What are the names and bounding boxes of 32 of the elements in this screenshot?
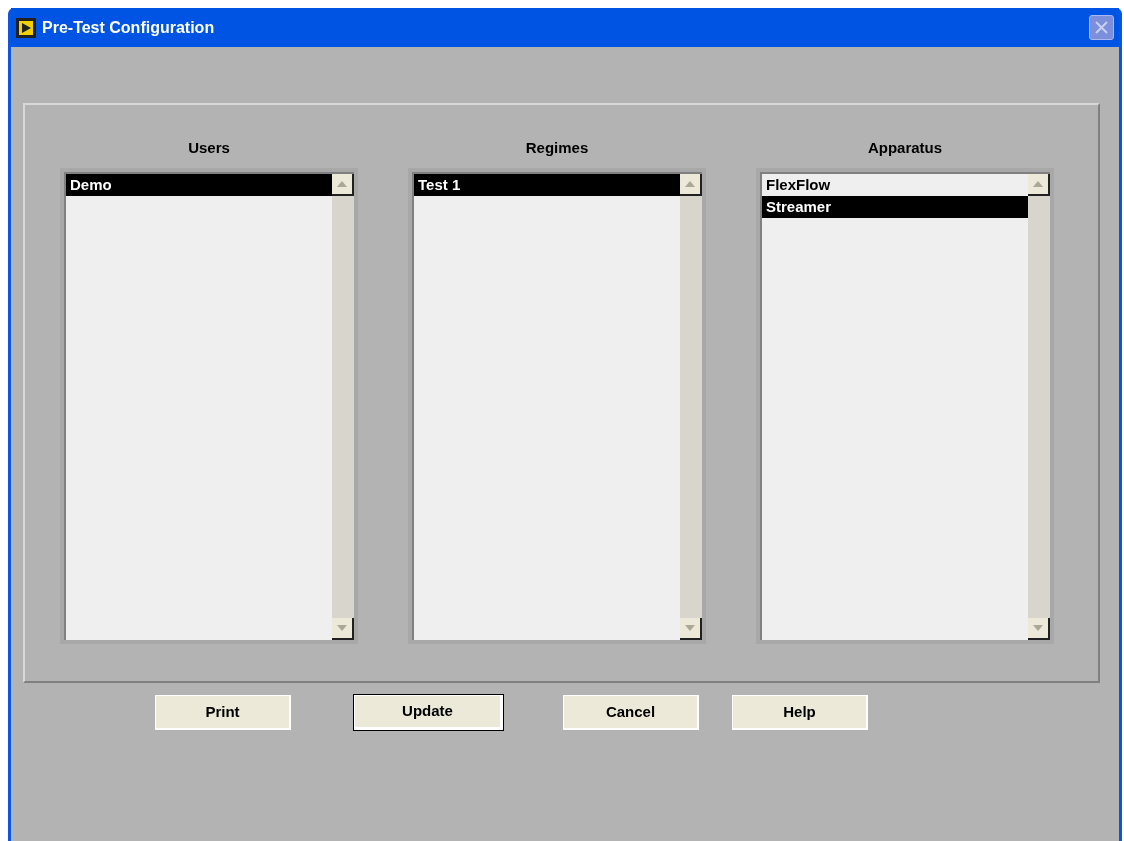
list-item[interactable]: Streamer (762, 195, 1028, 218)
scroll-up-button[interactable] (680, 173, 702, 196)
list-item[interactable]: Test 1 (414, 173, 680, 196)
scrollbar[interactable] (1028, 173, 1050, 640)
scroll-up-button[interactable] (1028, 173, 1050, 196)
list-box[interactable]: Demo (60, 167, 358, 644)
window-title: Pre-Test Configuration (42, 17, 215, 38)
list-box[interactable]: Test 1 (408, 167, 706, 644)
up-arrow-icon (1033, 180, 1043, 187)
list-item[interactable]: Demo (66, 173, 332, 196)
list-label: Users (188, 138, 230, 158)
dialog-button[interactable]: Print (155, 695, 291, 730)
down-arrow-icon (337, 624, 347, 631)
up-arrow-icon (685, 180, 695, 187)
list-label: Regimes (525, 138, 589, 158)
app-icon (16, 17, 36, 38)
scroll-down-button[interactable] (1028, 617, 1050, 640)
close-icon (1095, 21, 1108, 34)
down-arrow-icon (1033, 624, 1043, 631)
dialog-button[interactable]: Help (732, 695, 868, 730)
dialog-button[interactable]: Update (354, 695, 503, 730)
scroll-up-button[interactable] (332, 173, 354, 196)
dialog-button[interactable]: Cancel (563, 695, 699, 730)
scrollbar[interactable] (332, 173, 354, 640)
up-arrow-icon (337, 180, 347, 187)
down-arrow-icon (685, 624, 695, 631)
list-label: Apparatus (867, 138, 943, 158)
list-box[interactable]: FlexFlow Streamer (756, 167, 1054, 644)
list-item[interactable]: FlexFlow (762, 173, 1028, 196)
scroll-down-button[interactable] (680, 617, 702, 640)
scrollbar[interactable] (680, 173, 702, 640)
scroll-down-button[interactable] (332, 617, 354, 640)
